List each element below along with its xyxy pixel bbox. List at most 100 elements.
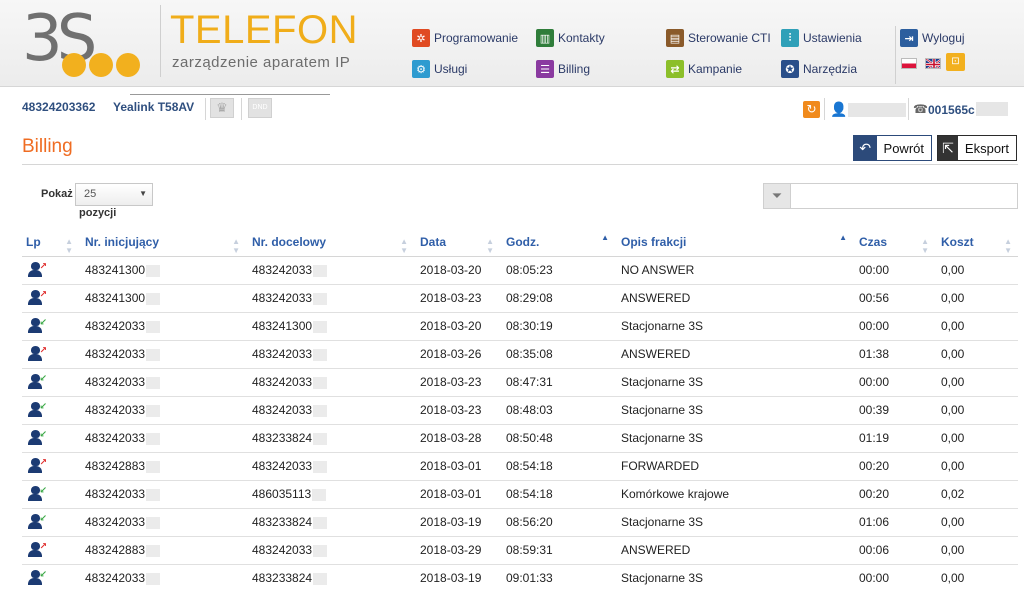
redacted-digits bbox=[313, 544, 328, 557]
duration-cell: 00:39 bbox=[853, 396, 935, 425]
nav-programowanie[interactable]: ✲ Programowanie bbox=[412, 28, 518, 48]
date-cell: 2018-03-23 bbox=[414, 284, 500, 313]
col-time[interactable]: Godz. ▲ bbox=[500, 228, 615, 257]
nav-kampanie[interactable]: ⇄ Kampanie bbox=[666, 59, 742, 79]
logo-dot bbox=[89, 53, 113, 77]
chevron-down-icon: ▼ bbox=[139, 189, 147, 198]
call-direction-cell: ↙ bbox=[22, 312, 79, 341]
nav-label: Kontakty bbox=[558, 31, 605, 45]
description-cell: NO ANSWER bbox=[615, 256, 853, 285]
target-number-cell: 483242033 bbox=[246, 340, 414, 369]
time-cell: 08:56:20 bbox=[500, 508, 615, 537]
nav-narzedzia[interactable]: ✪ Narzędzia bbox=[781, 59, 857, 79]
redacted-digits bbox=[146, 432, 161, 445]
redacted-digits bbox=[146, 516, 161, 529]
table-row[interactable]: ↗ 483242883 483242033 2018-03-29 08:59:31 ANS… bbox=[22, 536, 1018, 565]
table-row[interactable]: ↙ 483242033 483242033 2018-03-23 08:48:03 Sta… bbox=[22, 396, 1018, 425]
col-cost[interactable]: Koszt ▲ ▼ bbox=[935, 228, 1018, 257]
nav-billing[interactable]: ☰ Billing bbox=[536, 59, 590, 79]
redacted-digits bbox=[313, 572, 328, 585]
sort-icon: ▲ ▼ bbox=[400, 237, 408, 255]
redacted-digits bbox=[313, 376, 328, 389]
duration-cell: 00:00 bbox=[853, 564, 935, 589]
col-description[interactable]: Opis frakcji ▲ bbox=[615, 228, 853, 257]
redacted-digits bbox=[313, 516, 328, 529]
table-row[interactable]: ↗ 483242883 483242033 2018-03-01 08:54:18 FOR… bbox=[22, 452, 1018, 481]
description-cell: ANSWERED bbox=[615, 284, 853, 313]
target-number-cell: 483242033 bbox=[246, 284, 414, 313]
language-extra-icon[interactable]: ⊡ bbox=[946, 53, 965, 71]
device-model: Yealink T58AV bbox=[113, 100, 195, 114]
export-button[interactable]: ⇱ Eksport bbox=[937, 135, 1017, 161]
target-number-cell: 483233824 bbox=[246, 564, 414, 589]
duration-cell: 00:00 bbox=[853, 256, 935, 285]
col-initiating[interactable]: Nr. inicjujący ▲ ▼ bbox=[79, 228, 246, 257]
table-row[interactable]: ↗ 483241300 483242033 2018-03-20 08:05:23 NO … bbox=[22, 256, 1018, 285]
cost-cell: 0,00 bbox=[935, 256, 1018, 285]
time-cell: 08:54:18 bbox=[500, 480, 615, 509]
table-row[interactable]: ↙ 483242033 483242033 2018-03-23 08:47:31 Sta… bbox=[22, 368, 1018, 397]
nav-sterowanie-cti[interactable]: ▤ Sterowanie CTI bbox=[666, 28, 771, 48]
dnd-button[interactable]: DND bbox=[248, 98, 272, 118]
initiating-number-cell: 483241300 bbox=[79, 284, 246, 313]
date-cell: 2018-03-01 bbox=[414, 452, 500, 481]
redacted-digits bbox=[146, 292, 161, 305]
call-direction-cell: ↙ bbox=[22, 396, 79, 425]
duration-cell: 00:56 bbox=[853, 284, 935, 313]
crown-icon[interactable]: ♛ bbox=[210, 98, 234, 118]
nav-uslugi[interactable]: ⚙ Usługi bbox=[412, 59, 467, 79]
flag-pl-icon[interactable] bbox=[901, 58, 917, 69]
table-row[interactable]: ↗ 483241300 483242033 2018-03-23 08:29:08 ANS… bbox=[22, 284, 1018, 313]
time-cell: 08:30:19 bbox=[500, 312, 615, 341]
table-row[interactable]: ↙ 483242033 483233824 2018-03-19 08:56:20 Sta… bbox=[22, 508, 1018, 537]
app-logo[interactable]: 3S bbox=[22, 2, 152, 80]
incoming-call-icon: ↙ bbox=[28, 514, 47, 530]
incoming-call-icon: ↙ bbox=[28, 430, 47, 446]
description-cell: FORWARDED bbox=[615, 452, 853, 481]
campaigns-icon: ⇄ bbox=[666, 60, 684, 78]
device-number: 48324203362 bbox=[22, 100, 96, 114]
table-row[interactable]: ↗ 483242033 483242033 2018-03-26 08:35:08 ANS… bbox=[22, 340, 1018, 369]
initiating-number-cell: 483242033 bbox=[79, 480, 246, 509]
nav-kontakty[interactable]: ▥ Kontakty bbox=[536, 28, 605, 48]
back-button[interactable]: ↶ Powrót bbox=[853, 135, 932, 161]
initiating-number-cell: 483242883 bbox=[79, 452, 246, 481]
table-row[interactable]: ↙ 483242033 483233824 2018-03-19 09:01:33 Sta… bbox=[22, 564, 1018, 589]
flag-en-icon[interactable] bbox=[925, 58, 941, 69]
date-cell: 2018-03-26 bbox=[414, 340, 500, 369]
target-number-cell: 483233824 bbox=[246, 508, 414, 537]
logo-dot bbox=[116, 53, 140, 77]
description-cell: ANSWERED bbox=[615, 536, 853, 565]
time-cell: 08:29:08 bbox=[500, 284, 615, 313]
call-direction-cell: ↗ bbox=[22, 536, 79, 565]
refresh-icon[interactable]: ↻ bbox=[803, 101, 820, 118]
col-target[interactable]: Nr. docelowy ▲ ▼ bbox=[246, 228, 414, 257]
redacted-digits bbox=[313, 460, 328, 473]
title-divider bbox=[22, 164, 1018, 165]
nav-ustawienia[interactable]: ⫶ Ustawienia bbox=[781, 28, 862, 48]
duration-cell: 00:06 bbox=[853, 536, 935, 565]
page-size-select[interactable]: 25 ▼ bbox=[75, 183, 153, 206]
redacted-digits bbox=[146, 488, 161, 501]
description-cell: Stacjonarne 3S bbox=[615, 564, 853, 589]
incoming-call-icon: ↙ bbox=[28, 402, 47, 418]
table-row[interactable]: ↙ 483242033 483241300 2018-03-20 08:30:19 Sta… bbox=[22, 312, 1018, 341]
filter-input[interactable] bbox=[790, 183, 1018, 209]
col-duration[interactable]: Czas ▲ ▼ bbox=[853, 228, 935, 257]
nav-wyloguj[interactable]: ⇥ Wyloguj bbox=[900, 28, 965, 48]
call-direction-cell: ↗ bbox=[22, 340, 79, 369]
duration-cell: 01:38 bbox=[853, 340, 935, 369]
redacted-digits bbox=[146, 544, 161, 557]
call-direction-cell: ↗ bbox=[22, 452, 79, 481]
app-header: 3S TELEFON zarządzenie aparatem IP ✲ Pro… bbox=[0, 0, 1024, 87]
table-row[interactable]: ↙ 483242033 483233824 2018-03-28 08:50:48 Sta… bbox=[22, 424, 1018, 453]
initiating-number-cell: 483242033 bbox=[79, 312, 246, 341]
table-row[interactable]: ↙ 483242033 486035113 2018-03-01 08:54:18 Kom… bbox=[22, 480, 1018, 509]
billing-list-icon: ☰ bbox=[536, 60, 554, 78]
col-date[interactable]: Data ▲ ▼ bbox=[414, 228, 500, 257]
incoming-call-icon: ↙ bbox=[28, 318, 47, 334]
redacted-digits bbox=[146, 460, 161, 473]
contacts-book-icon: ▥ bbox=[536, 29, 554, 47]
col-lp[interactable]: Lp ▲ ▼ bbox=[22, 228, 79, 257]
target-number-cell: 483242033 bbox=[246, 452, 414, 481]
